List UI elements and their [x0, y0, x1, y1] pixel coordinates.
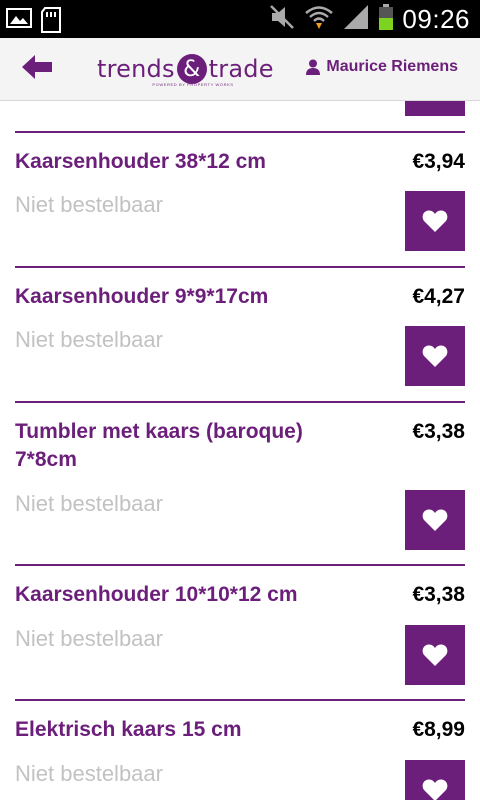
heart-icon — [422, 210, 448, 232]
divider — [15, 266, 465, 268]
heart-icon — [422, 345, 448, 367]
favorite-button[interactable] — [405, 326, 465, 386]
product-price: €4,27 — [412, 285, 465, 308]
gallery-icon — [6, 6, 32, 39]
product-status: Niet bestelbaar — [15, 626, 163, 651]
back-arrow-icon — [22, 55, 52, 79]
product-price: €3,38 — [412, 420, 465, 443]
user-name: Maurice Riemens — [326, 58, 458, 75]
app-header: trends & trade POWERED BY PROPERTY WORKS… — [0, 38, 480, 101]
product-name[interactable]: Kaarsenhouder 10*10*12 cm — [15, 581, 375, 609]
favorite-button[interactable] — [405, 625, 465, 685]
user-account-link[interactable]: Maurice Riemens — [306, 58, 458, 76]
logo-part2: trade — [208, 55, 274, 83]
favorite-button[interactable] — [405, 101, 465, 116]
favorite-button[interactable] — [405, 760, 465, 800]
logo-amp: & — [176, 54, 207, 84]
back-button[interactable] — [22, 54, 62, 84]
divider — [15, 401, 465, 403]
logo-part1: trends — [97, 55, 175, 83]
product-name[interactable]: Kaarsenhouder 38*12 cm — [15, 148, 375, 176]
product-price: €8,99 — [412, 718, 465, 741]
favorite-button[interactable] — [405, 490, 465, 550]
sd-card-icon — [40, 6, 62, 39]
status-bar: 09:26 — [0, 0, 480, 38]
product-name[interactable]: Elektrisch kaars 15 cm — [15, 716, 375, 744]
heart-icon — [422, 779, 448, 800]
logo-tagline: POWERED BY PROPERTY WORKS — [152, 82, 234, 87]
heart-icon — [422, 644, 448, 666]
product-status: Niet bestelbaar — [15, 491, 163, 516]
user-icon — [306, 59, 321, 75]
mute-icon — [268, 3, 296, 36]
product-name[interactable]: Kaarsenhouder 9*9*17cm — [15, 283, 375, 311]
product-status: Niet bestelbaar — [15, 192, 163, 217]
favorite-button[interactable] — [405, 191, 465, 251]
battery-icon — [378, 3, 394, 36]
product-list[interactable]: Kaarsenhouder 38*12 cm €3,94 Niet bestel… — [0, 101, 480, 800]
product-name[interactable]: Tumbler met kaars (baroque) 7*8cm — [15, 418, 345, 474]
divider — [15, 564, 465, 566]
product-price: €3,94 — [412, 150, 465, 173]
product-status: Niet bestelbaar — [15, 327, 163, 352]
divider — [15, 699, 465, 701]
signal-icon — [342, 3, 370, 36]
clock: 09:26 — [402, 4, 470, 34]
wifi-icon — [304, 3, 334, 36]
product-price: €3,38 — [412, 583, 465, 606]
heart-icon — [422, 509, 448, 531]
divider — [15, 131, 465, 133]
product-status: Niet bestelbaar — [15, 761, 163, 786]
